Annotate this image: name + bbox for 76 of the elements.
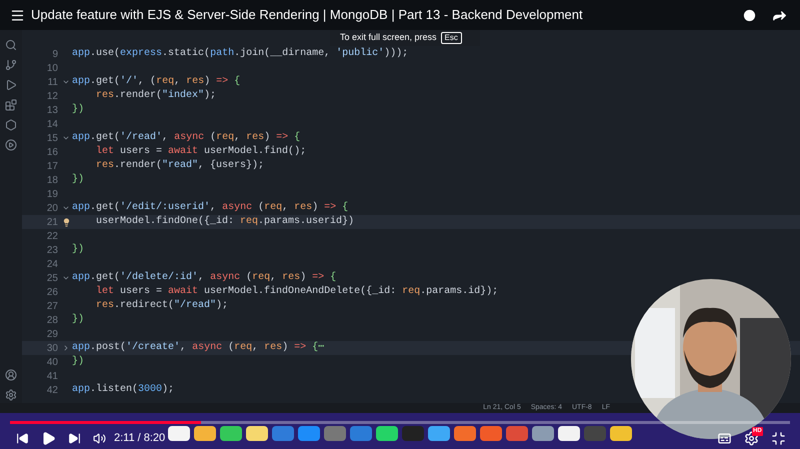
line-number: 21 [46,216,59,230]
extensions-icon[interactable] [5,99,17,111]
line-number: 14 [46,118,59,132]
code-line: let users = await userModel.findOneAndDelete({_id: req.params.id}); [95,285,498,299]
line-number: 17 [46,160,59,174]
code-line: }) [72,173,84,187]
dock-app-icon[interactable] [428,426,450,441]
code-line: }) [72,103,84,117]
code-line: app.post('/create', async (req, res) => {⋯ [72,341,324,355]
run-icon[interactable] [5,79,17,91]
line-number: 18 [46,174,59,188]
line-number: 22 [46,230,59,244]
line-number: 25 [46,272,59,286]
dock-app-icon[interactable] [194,426,216,441]
line-number: 11 [46,76,59,90]
dock-app-icon[interactable] [246,426,268,441]
fold-chevron-icon[interactable] [62,78,70,86]
captions-icon[interactable] [717,430,732,446]
line-number: 13 [46,104,59,118]
line-number: 16 [46,146,59,160]
line-number: 15 [46,132,59,146]
lightbulb-icon[interactable] [62,218,70,226]
code-line: }) [72,313,84,327]
line-number: 27 [46,300,59,314]
fold-chevron-icon[interactable] [62,274,70,282]
line-number: 23 [46,244,59,258]
line-number: 19 [46,188,59,202]
progress-track[interactable] [10,421,790,424]
code-line: app.use(express.static(path.join(__dirname, 'public'))); [72,47,408,61]
video-title[interactable]: Update feature with EJS & Server-Side Rendering | MongoDB | Part 13 - Backend Development [31,5,583,25]
code-line: res.redirect("/read"); [95,299,228,313]
code-line: }) [72,243,84,257]
fold-chevron-icon[interactable] [62,344,70,352]
code-line: userModel.findOne({_id: req.params.userid}) [95,215,354,229]
esc-key: Esc [440,32,462,44]
line-number: 30 [46,342,59,356]
menu-icon[interactable] [10,8,25,22]
line-number: 42 [46,384,59,398]
dock-app-icon[interactable] [168,426,190,441]
toast-text: To exit full screen, press [340,31,437,44]
line-number: 40 [46,356,59,370]
line-number: 28 [46,314,59,328]
fold-chevron-icon[interactable] [62,204,70,212]
next-icon[interactable] [68,432,81,444]
code-line: res.render("index"); [95,89,216,103]
hexagon-icon[interactable] [5,119,17,131]
code-line: app.get('/delete/:id', async (req, res) => { [72,271,336,285]
dock-app-icon[interactable] [558,426,580,441]
exit-fullscreen-icon[interactable] [771,430,786,446]
code-line: }) [72,355,84,369]
code-line: app.get('/', (req, res) => { [72,75,240,89]
line-number: 20 [46,202,59,216]
dock-app-icon[interactable] [376,426,398,441]
dock-app-icon[interactable] [610,426,632,441]
account-icon[interactable] [5,369,17,381]
line-number: 10 [46,62,59,76]
search-icon[interactable] [5,39,17,51]
volume-icon[interactable] [93,432,106,444]
fold-chevron-icon[interactable] [62,134,70,142]
branch-icon[interactable] [5,59,17,71]
line-number: 41 [46,370,59,384]
code-line: app.get('/edit/:userid', async (req, res) => { [72,201,348,215]
line-number: 29 [46,328,59,342]
play-icon[interactable] [41,430,56,446]
line-number: 24 [46,258,59,272]
code-line: res.render("read", {users}); [95,159,264,173]
line-number: 26 [46,286,59,300]
play-circle-icon[interactable] [5,139,17,151]
code-line: app.listen(3000); [72,383,174,397]
code-line: app.get('/read', async (req, res) => { [72,131,300,145]
time-display: 2:11 / 8:20 [114,430,166,446]
dock-app-icon[interactable] [220,426,242,441]
code-line: let users = await userModel.find(); [95,145,306,159]
line-number: 12 [46,90,59,104]
previous-icon[interactable] [16,432,29,444]
line-number: 9 [51,48,59,62]
